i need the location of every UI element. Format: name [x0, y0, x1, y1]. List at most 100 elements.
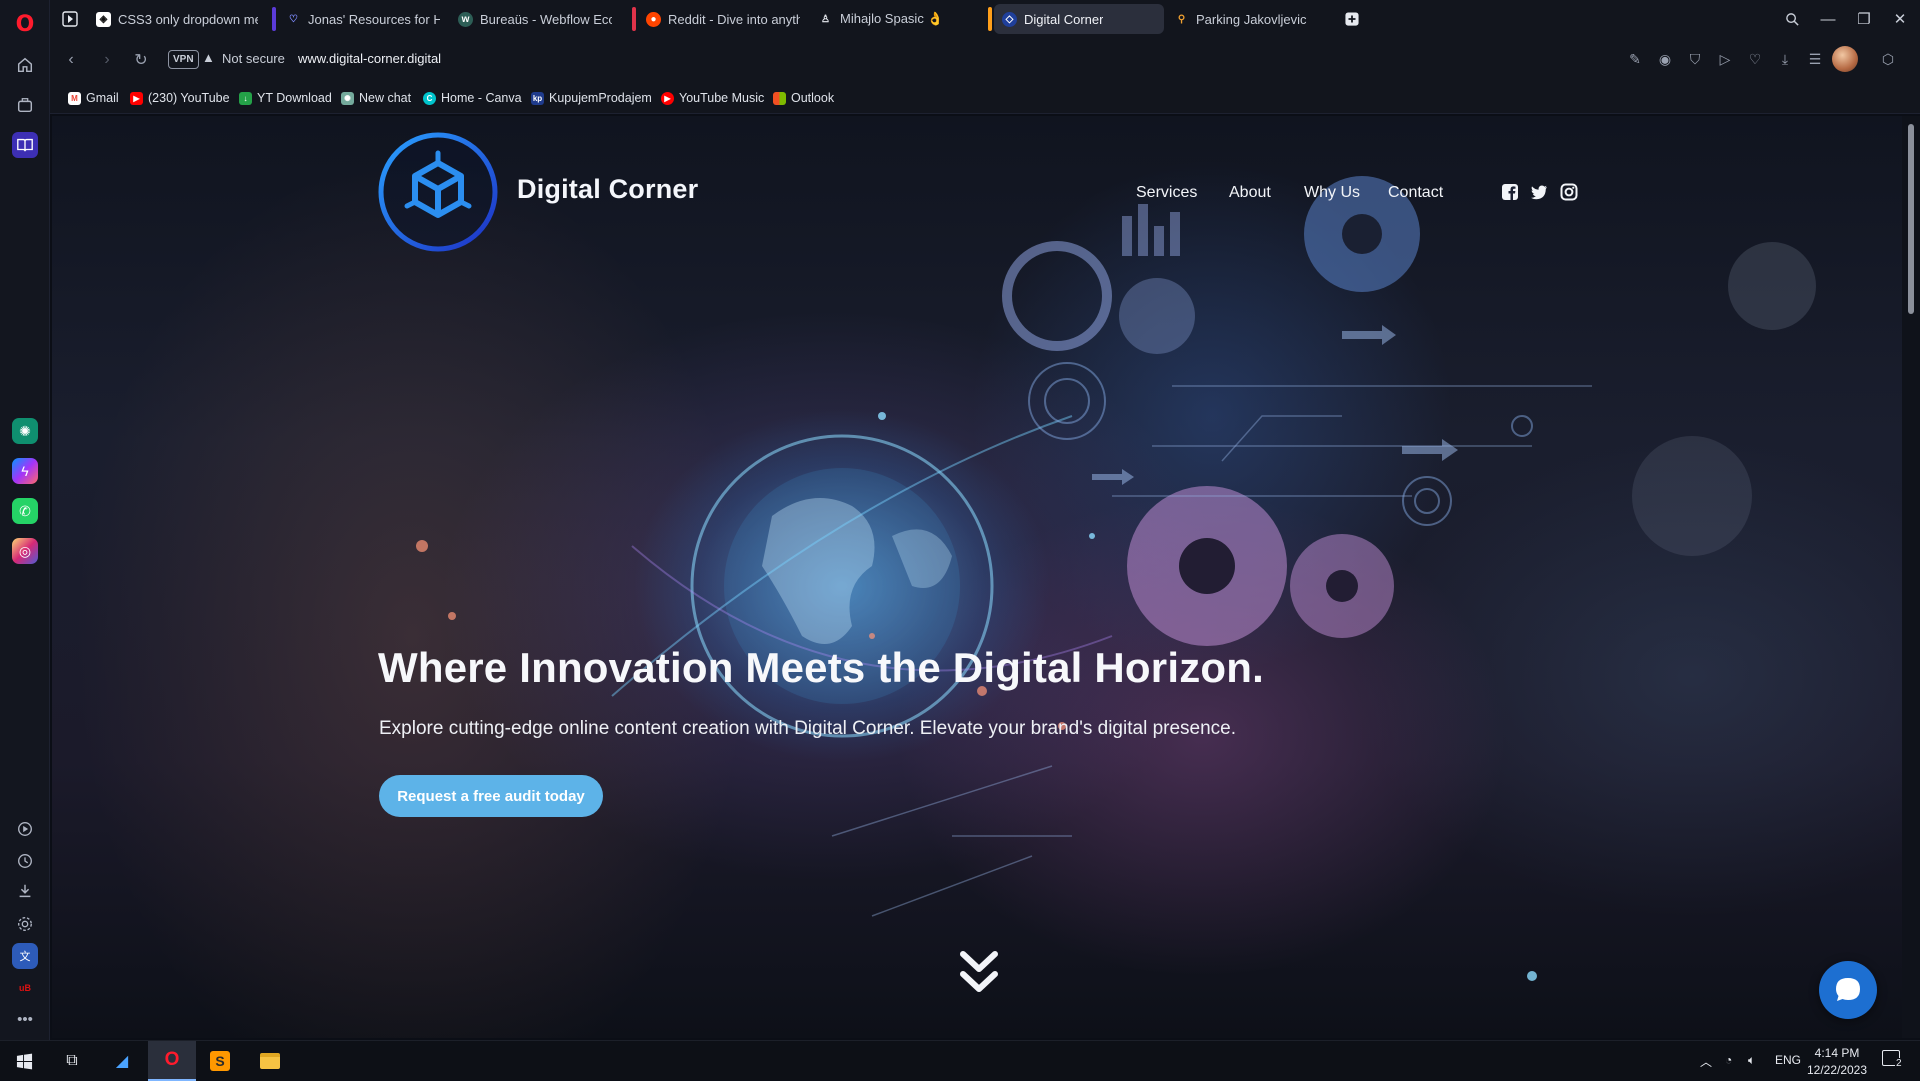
instagram-icon[interactable]: [1560, 183, 1578, 201]
tab-css3-dropdown[interactable]: ◈ CSS3 only dropdown men: [88, 4, 266, 34]
easy-setup-icon[interactable]: ☰: [1805, 49, 1825, 69]
site-logo-icon[interactable]: [377, 131, 499, 253]
taskbar-file-explorer-icon[interactable]: [246, 1041, 294, 1081]
codepen-icon: ◈: [96, 11, 111, 27]
bookmark-label: (230) YouTube: [148, 91, 230, 105]
edit-icon[interactable]: ✎: [1625, 49, 1645, 69]
task-view-icon[interactable]: ⧉: [48, 1041, 96, 1081]
canva-icon: C: [423, 91, 436, 105]
url-field[interactable]: www.digital-corner.digital: [298, 51, 441, 66]
whatsapp-app-icon[interactable]: ✆: [12, 498, 38, 524]
chat-bubble-icon: [1836, 978, 1860, 1001]
tab-reddit[interactable]: ● Reddit - Dive into anythin: [638, 4, 808, 34]
tab-label: Parking Jakovljevic: [1196, 11, 1307, 27]
request-audit-button[interactable]: Request a free audit today: [379, 775, 603, 817]
tab-jonas-resources[interactable]: ♡ Jonas' Resources for Hand: [278, 4, 448, 34]
extensions-icon[interactable]: ⬡: [1878, 49, 1898, 69]
warning-icon[interactable]: ▲: [202, 50, 215, 65]
bookmark-youtube[interactable]: ▶ (230) YouTube: [130, 89, 230, 107]
restore-button[interactable]: ❐: [1852, 8, 1876, 30]
workspaces-icon[interactable]: [12, 92, 38, 118]
hero-background-art: [416, 176, 1816, 981]
network-icon[interactable]: ◔: [1725, 1053, 1732, 1067]
tab-mihajlo-spasic[interactable]: ♙ Mihajlo Spasic 👌: [810, 4, 980, 34]
bookmark-new-chat[interactable]: ✺ New chat: [341, 89, 411, 107]
bookmark-outlook[interactable]: Outlook: [773, 89, 834, 107]
start-button[interactable]: [0, 1041, 48, 1081]
scrollbar-thumb[interactable]: [1908, 124, 1914, 314]
taskbar-app-icon[interactable]: ◢: [98, 1041, 146, 1081]
nav-why-us[interactable]: Why Us: [1304, 184, 1360, 202]
bookmark-kupujemprodajem[interactable]: kp KupujemProdajem: [531, 89, 652, 107]
player-icon[interactable]: [12, 816, 38, 842]
new-tab-button[interactable]: [1340, 8, 1364, 30]
profile-avatar[interactable]: [1832, 46, 1858, 72]
clock-date[interactable]: 12/22/2023: [1800, 1063, 1874, 1077]
reddit-icon: ●: [646, 11, 661, 27]
notification-center-icon[interactable]: 2: [1882, 1050, 1903, 1069]
facebook-icon[interactable]: [1501, 183, 1519, 201]
bookmarks-bar: M Gmail ▶ (230) YouTube ↓ YT Download ✺ …: [50, 82, 1920, 114]
volume-icon[interactable]: 🔈︎: [1748, 1053, 1755, 1068]
scroll-down-chevron-icon[interactable]: [957, 948, 1001, 998]
language-indicator[interactable]: ENG: [1775, 1053, 1801, 1067]
history-icon[interactable]: [12, 848, 38, 874]
page-scrollbar[interactable]: [1902, 116, 1920, 1038]
tab-digital-corner[interactable]: ◇ Digital Corner: [994, 4, 1164, 34]
bookmark-canva[interactable]: C Home - Canva: [423, 89, 522, 107]
tab-group-indicator: [272, 7, 276, 31]
reading-list-icon[interactable]: [12, 132, 38, 158]
bookmark-youtube-music[interactable]: ▶ YouTube Music: [661, 89, 764, 107]
more-options-icon[interactable]: •••: [12, 1006, 38, 1032]
taskbar-sublime-text-icon[interactable]: S: [196, 1041, 244, 1081]
youtube-music-icon: ▶: [661, 91, 674, 105]
chat-widget-button[interactable]: [1819, 961, 1877, 1019]
messenger-app-icon[interactable]: ϟ: [12, 458, 38, 484]
tab-menu-icon[interactable]: [58, 4, 82, 34]
windows-taskbar: ⧉ ◢ O S ︿ ◔ 🔈︎ ENG 4:14 PM 12/22/2023 2: [0, 1040, 1920, 1081]
tab-bureaus-webflow[interactable]: w Bureaüs - Webflow Ecomr: [450, 4, 620, 34]
minimize-button[interactable]: —: [1816, 8, 1840, 30]
instagram-app-icon[interactable]: ◎: [12, 538, 38, 564]
bookmark-yt-download[interactable]: ↓ YT Download: [239, 89, 332, 107]
tab-search-icon[interactable]: [1780, 8, 1804, 30]
nav-services[interactable]: Services: [1136, 184, 1197, 202]
shield-icon[interactable]: ⛉: [1685, 49, 1705, 69]
home-icon[interactable]: [12, 52, 38, 78]
security-status[interactable]: Not secure: [222, 51, 285, 66]
close-window-button[interactable]: ✕: [1888, 8, 1912, 30]
settings-icon[interactable]: [12, 911, 38, 937]
reload-button[interactable]: ↻: [130, 49, 152, 71]
ublock-icon[interactable]: uB: [12, 975, 38, 1001]
forward-button[interactable]: ›: [96, 49, 118, 71]
tab-strip: ◈ CSS3 only dropdown men ♡ Jonas' Resour…: [50, 0, 1920, 38]
tray-overflow-chevron-icon[interactable]: ︿: [1700, 1053, 1712, 1070]
tab-label: Reddit - Dive into anythin: [668, 11, 800, 27]
nav-about[interactable]: About: [1229, 184, 1271, 202]
outlook-icon: [773, 91, 786, 105]
snapshot-icon[interactable]: ◉: [1655, 49, 1675, 69]
heart-icon[interactable]: ♡: [1745, 49, 1765, 69]
site-name[interactable]: Digital Corner: [517, 174, 698, 205]
bookmark-gmail[interactable]: M Gmail: [68, 89, 119, 107]
download-icon[interactable]: ⤓: [1775, 49, 1795, 69]
vpn-badge[interactable]: VPN: [168, 50, 199, 69]
bookmark-label: Outlook: [791, 91, 835, 105]
bookmark-label: Home - Canva: [441, 91, 522, 105]
tab-label: Jonas' Resources for Hand: [308, 11, 440, 27]
clock-time[interactable]: 4:14 PM: [1808, 1046, 1866, 1060]
downloads-icon[interactable]: [12, 878, 38, 904]
opera-logo-icon[interactable]: O: [12, 11, 38, 37]
hero-subtitle: Explore cutting-edge online content crea…: [379, 718, 1237, 739]
nav-contact[interactable]: Contact: [1388, 184, 1443, 202]
back-button[interactable]: ‹: [60, 49, 82, 71]
page-viewport: Digital Corner Services About Why Us Con…: [52, 116, 1902, 1038]
chatgpt-app-icon[interactable]: ✺: [12, 418, 38, 444]
translator-app-icon[interactable]: 文: [12, 943, 38, 969]
taskbar-opera-icon[interactable]: O: [148, 1041, 196, 1081]
tab-parking-jakovljevic[interactable]: ⚲ Parking Jakovljevic: [1166, 4, 1334, 34]
twitter-icon[interactable]: [1530, 183, 1548, 201]
windows-logo-icon: [16, 1053, 32, 1069]
flow-icon[interactable]: ▷: [1715, 49, 1735, 69]
bookmark-label: New chat: [359, 91, 412, 105]
